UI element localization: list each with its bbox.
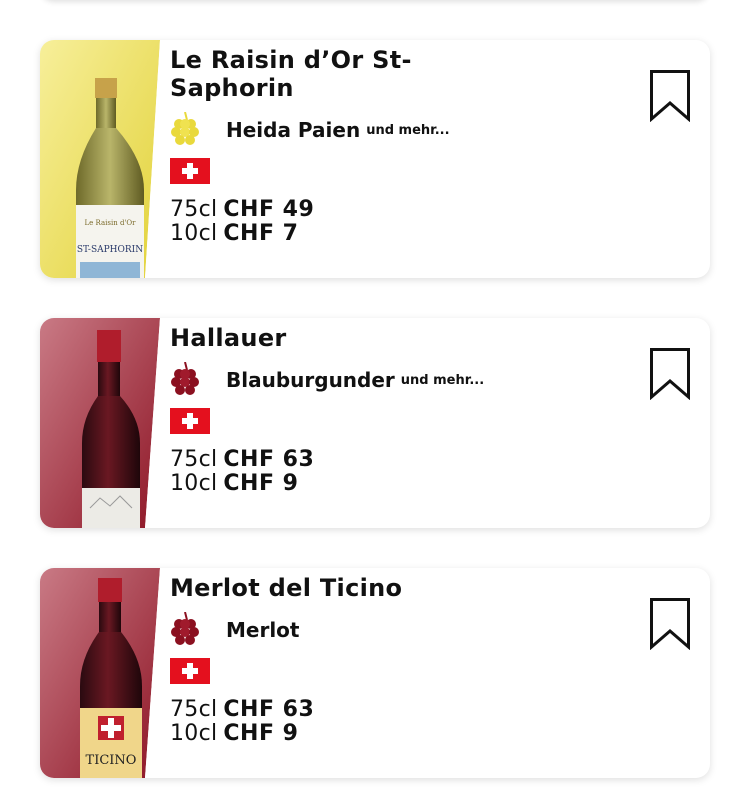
price-line: 10cl CHF 9 <box>170 722 640 746</box>
price-volume: 75cl <box>170 697 218 722</box>
wine-name: Hallauer <box>170 324 287 352</box>
price-line: 10cl CHF 9 <box>170 472 640 496</box>
grape-variety: Blauburgunder und mehr... <box>170 358 640 402</box>
price-amount: CHF 7 <box>223 221 299 246</box>
price-volume: 75cl <box>170 197 218 222</box>
switzerland-flag <box>170 158 210 184</box>
switzerland-flag <box>170 658 210 684</box>
white-grape-icon <box>170 111 200 148</box>
red-grape-icon <box>170 611 200 648</box>
grape-more: und mehr... <box>400 372 485 388</box>
switzerland-flag <box>170 408 210 434</box>
grape-name: Merlot <box>226 618 300 642</box>
price-line: 75cl CHF 63 <box>170 448 640 472</box>
price-amount: CHF 63 <box>223 697 315 722</box>
price-list: 75cl CHF 49 10cl CHF 7 <box>170 198 640 246</box>
wine-name: Merlot del Ticino <box>170 574 403 602</box>
price-line: 75cl CHF 63 <box>170 698 640 722</box>
wine-bottle-image <box>40 318 160 528</box>
price-volume: 10cl <box>170 471 218 496</box>
bottle-label-text: ST-SAPHORIN <box>77 245 143 255</box>
wine-bottle-image: TICINO <box>40 568 160 778</box>
price-amount: CHF 9 <box>223 721 299 746</box>
bookmark-icon[interactable] <box>650 70 690 123</box>
price-amount: CHF 9 <box>223 471 299 496</box>
price-volume: 10cl <box>170 221 218 246</box>
wine-bottle-image: Le Raisin d'Or ST-SAPHORIN <box>40 40 160 278</box>
price-list: 75cl CHF 63 10cl CHF 9 <box>170 448 640 496</box>
grape-more: und mehr... <box>366 122 450 138</box>
bookmark-icon[interactable] <box>650 598 690 651</box>
price-list: 75cl CHF 63 10cl CHF 9 <box>170 698 640 746</box>
grape-name: Blauburgunder <box>226 368 395 392</box>
price-amount: CHF 63 <box>223 447 315 472</box>
grape-variety: Heida Paien und mehr... <box>170 108 640 152</box>
price-line: 10cl CHF 7 <box>170 222 640 246</box>
grape-name: Heida Paien <box>226 118 361 142</box>
wine-card[interactable]: TICINO Merlot del Ticino Merlot 75cl CHF … <box>40 568 710 778</box>
bookmark-icon[interactable] <box>650 348 690 401</box>
grape-variety: Merlot <box>170 608 640 652</box>
wine-name: Le Raisin d’Or St-Saphorin <box>170 46 412 102</box>
price-volume: 75cl <box>170 447 218 472</box>
price-line: 75cl CHF 49 <box>170 198 640 222</box>
bottle-label-text: TICINO <box>86 753 137 768</box>
price-amount: CHF 49 <box>223 197 315 222</box>
red-grape-icon <box>170 361 200 398</box>
svg-text:Le Raisin d'Or: Le Raisin d'Or <box>85 219 137 227</box>
price-volume: 10cl <box>170 721 218 746</box>
wine-card[interactable]: Le Raisin d'Or ST-SAPHORIN Le Raisin d’O… <box>40 40 710 278</box>
wine-card[interactable]: Hallauer Blauburgunder und mehr... 75cl C… <box>40 318 710 528</box>
